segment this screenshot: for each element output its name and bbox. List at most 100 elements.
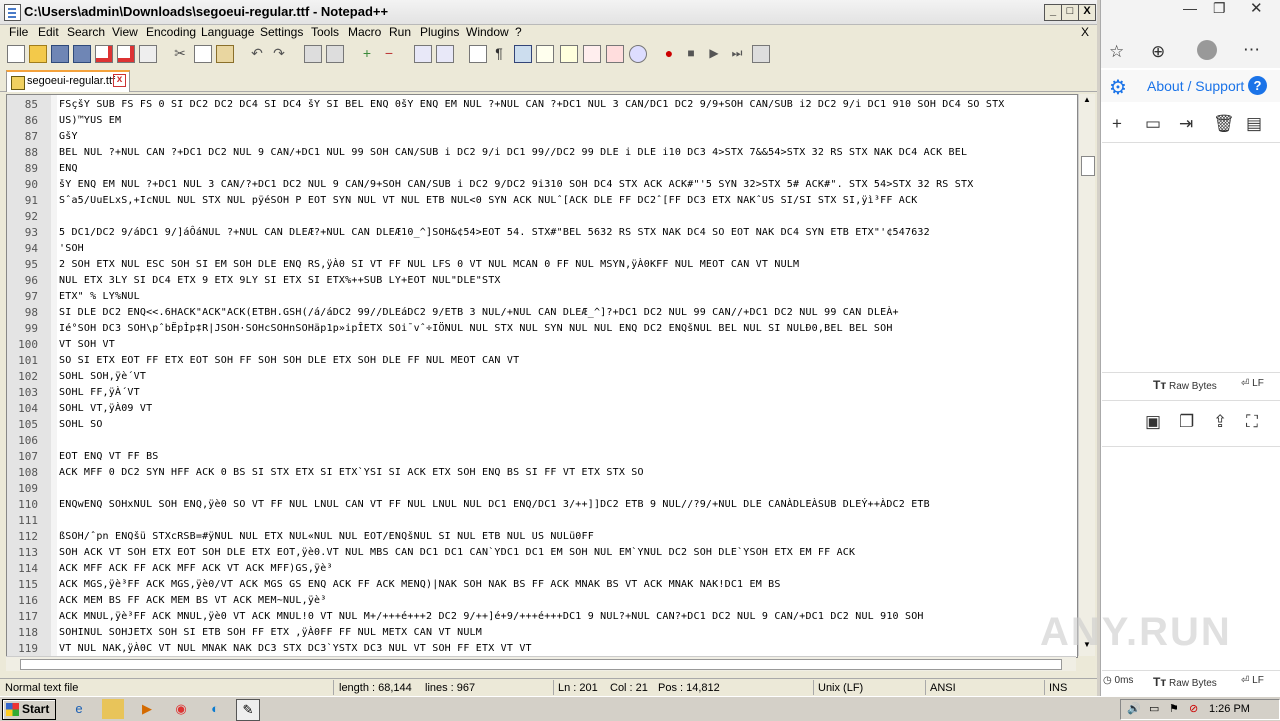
- editor-line[interactable]: 113 SOH ACK VT SOH ETX EOT SOH DLE ETX EO…: [7, 545, 1077, 561]
- save-icon[interactable]: [51, 45, 69, 63]
- editor-line[interactable]: 108 ACK MFF 0 DC2 SYN HFF ACK 0 BS SI STX…: [7, 465, 1077, 481]
- text-editor[interactable]: 85 FSçšY SUB FS FS 0 SI DC2 DC2 DC4 SI DC…: [6, 94, 1078, 658]
- editor-line[interactable]: 95 2 SOH ETX NUL ESC SOH SI EM SOH DLE EN…: [7, 257, 1077, 273]
- folder-workspace-icon[interactable]: [583, 45, 601, 63]
- close-file-icon[interactable]: [95, 45, 113, 63]
- import-icon[interactable]: ⇥: [1179, 114, 1193, 134]
- save-macro-icon[interactable]: [752, 45, 770, 63]
- zoom-in-icon[interactable]: +: [359, 45, 375, 61]
- save-icon-panel[interactable]: ▣: [1145, 412, 1161, 432]
- editor-line[interactable]: 90 šY ENQ EM NUL ?+DC1 NUL 3 CAN/?+DC1 DC…: [7, 177, 1077, 193]
- editor-line[interactable]: 116 ACK MEM BS FF ACK MEM BS VT ACK MEM~N…: [7, 593, 1077, 609]
- restore-icon[interactable]: ❐: [1213, 0, 1226, 17]
- show-all-chars-icon[interactable]: ¶: [491, 45, 507, 61]
- editor-line[interactable]: 109: [7, 481, 1077, 497]
- editor-line[interactable]: 119 VT NUL NAK,ÿÀ0C VT NUL MNAK NAK DC3 S…: [7, 641, 1077, 657]
- alert-icon[interactable]: ⊘: [1189, 702, 1198, 715]
- editor-line[interactable]: 114 ACK MFF ACK FF ACK MFF ACK VT ACK MFF…: [7, 561, 1077, 577]
- vertical-scrollbar[interactable]: ▲ ▼: [1078, 94, 1095, 656]
- redo-icon[interactable]: ↷: [271, 45, 287, 61]
- tab-close-icon[interactable]: x: [113, 74, 126, 87]
- copy-icon-panel[interactable]: ❐: [1179, 412, 1194, 432]
- explorer-icon[interactable]: [102, 699, 124, 719]
- open-file-icon[interactable]: [29, 45, 47, 63]
- maximize-button[interactable]: □: [1061, 4, 1079, 21]
- editor-line[interactable]: 85 FSçšY SUB FS FS 0 SI DC2 DC2 DC4 SI DC…: [7, 97, 1077, 113]
- copy-icon[interactable]: [194, 45, 212, 63]
- editor-line[interactable]: 99 Ié°SOH DC3 SOH\pˆbËpÌp‡R|JSOH·SOHcSOHn…: [7, 321, 1077, 337]
- raw-bytes-row-2[interactable]: Tт Raw Bytes: [1153, 675, 1217, 689]
- monitoring-icon[interactable]: [606, 45, 624, 63]
- stop-macro-icon[interactable]: ■: [683, 45, 699, 61]
- flag-icon[interactable]: ⚑: [1169, 702, 1179, 715]
- ie-icon[interactable]: e: [68, 699, 90, 719]
- notepadpp-taskbar-icon[interactable]: ✎: [236, 699, 260, 721]
- sync-vertical-icon[interactable]: [414, 45, 432, 63]
- editor-line[interactable]: 96 NUL ETX 3LY SI DC4 ETX 9 ETX 9LY SI ET…: [7, 273, 1077, 289]
- chrome-icon[interactable]: ◉: [170, 699, 192, 719]
- open-external-icon[interactable]: ⇪: [1213, 412, 1227, 432]
- eye-icon[interactable]: [629, 45, 647, 63]
- editor-line[interactable]: 118 SOHINUL SOHJETX SOH SI ETB SOH FF ETX…: [7, 625, 1077, 641]
- edge-icon[interactable]: ◐: [204, 699, 226, 719]
- help-icon[interactable]: ?: [1248, 76, 1267, 95]
- menu-view[interactable]: View: [112, 25, 138, 39]
- editor-line[interactable]: 87 GšY: [7, 129, 1077, 145]
- lf-row[interactable]: ⏎ LF: [1241, 378, 1264, 389]
- editor-line[interactable]: 86 US)™YUS EM: [7, 113, 1077, 129]
- play-macro-icon[interactable]: ▶: [706, 45, 722, 61]
- editor-line[interactable]: 101 SO SI ETX EOT FF ETX EOT SOH FF SOH S…: [7, 353, 1077, 369]
- menu-language[interactable]: Language: [201, 25, 254, 39]
- about-support-label[interactable]: About / Support: [1147, 78, 1244, 94]
- folder-icon[interactable]: ▭: [1145, 114, 1161, 134]
- menu-file[interactable]: File: [9, 25, 28, 39]
- start-button[interactable]: Start: [2, 699, 56, 720]
- close-button[interactable]: X: [1078, 4, 1096, 21]
- lf-row-2[interactable]: ⏎ LF: [1241, 675, 1264, 686]
- minimize-button[interactable]: _: [1044, 4, 1062, 21]
- document-close-button[interactable]: X: [1081, 25, 1089, 39]
- record-macro-icon[interactable]: ●: [661, 45, 677, 61]
- trash-icon[interactable]: 🗑: [1213, 114, 1235, 134]
- layout-icon[interactable]: ▤: [1246, 114, 1262, 134]
- media-player-icon[interactable]: ▶: [136, 699, 158, 719]
- close-all-icon[interactable]: [117, 45, 135, 63]
- editor-line[interactable]: 117 ACK MNUL,ÿè³FF ACK MNUL,ÿè0 VT ACK MN…: [7, 609, 1077, 625]
- paste-icon[interactable]: [216, 45, 234, 63]
- vertical-scroll-thumb[interactable]: [1081, 156, 1095, 176]
- horizontal-scrollbar[interactable]: [6, 656, 1076, 671]
- menu-help[interactable]: ?: [515, 25, 522, 39]
- save-all-icon[interactable]: [73, 45, 91, 63]
- menu-search[interactable]: Search: [67, 25, 105, 39]
- profile-avatar-icon[interactable]: [1197, 40, 1217, 60]
- add-icon[interactable]: +: [1112, 114, 1122, 134]
- more-options-icon[interactable]: ⋯: [1243, 40, 1260, 60]
- editor-line[interactable]: 105 SOHL SO: [7, 417, 1077, 433]
- find-icon[interactable]: [304, 45, 322, 63]
- editor-line[interactable]: 98 SI DLE DC2 ENQ<<.6HACK"ACK"ACK(ETBH.GS…: [7, 305, 1077, 321]
- doc-map-icon[interactable]: [536, 45, 554, 63]
- editor-line[interactable]: 91 Sˆa5/UuELxS,+IcNUL NUL STX NUL pÿéSOH …: [7, 193, 1077, 209]
- editor-line[interactable]: 102 SOHL SOH,ÿè´VT: [7, 369, 1077, 385]
- editor-line[interactable]: 93 5 DC1/DC2 9/áDC1 9/]áÔáNUL ?+NUL CAN D…: [7, 225, 1077, 241]
- tab-segoeui-regular[interactable]: segoeui-regular.ttf x: [6, 70, 130, 92]
- menu-encoding[interactable]: Encoding: [146, 25, 196, 39]
- new-file-icon[interactable]: [7, 45, 25, 63]
- function-list-icon[interactable]: [560, 45, 578, 63]
- network-icon[interactable]: ▭: [1149, 702, 1159, 715]
- editor-line[interactable]: 111: [7, 513, 1077, 529]
- word-wrap-icon[interactable]: [469, 45, 487, 63]
- minimize-icon[interactable]: —: [1183, 0, 1197, 16]
- editor-line[interactable]: 110 ENQwENQ SOHxNUL SOH ENQ,ÿè0 SO VT FF …: [7, 497, 1077, 513]
- fullscreen-icon[interactable]: ⛶: [1246, 412, 1258, 432]
- close-icon[interactable]: ✕: [1250, 0, 1263, 17]
- scroll-up-icon[interactable]: ▲: [1081, 95, 1093, 109]
- editor-line[interactable]: 107 EOT ENQ VT FF BS: [7, 449, 1077, 465]
- editor-line[interactable]: 100 VT SOH VT: [7, 337, 1077, 353]
- menu-window[interactable]: Window: [466, 25, 509, 39]
- editor-line[interactable]: 106: [7, 433, 1077, 449]
- editor-line[interactable]: 104 SOHL VT,ÿÀ09 VT: [7, 401, 1077, 417]
- play-multiple-icon[interactable]: ⏭: [729, 45, 745, 61]
- editor-line[interactable]: 88 BEL NUL ?+NUL CAN ?+DC1 DC2 NUL 9 CAN/…: [7, 145, 1077, 161]
- about-support-bar[interactable]: ⚙ About / Support ?: [1101, 70, 1280, 102]
